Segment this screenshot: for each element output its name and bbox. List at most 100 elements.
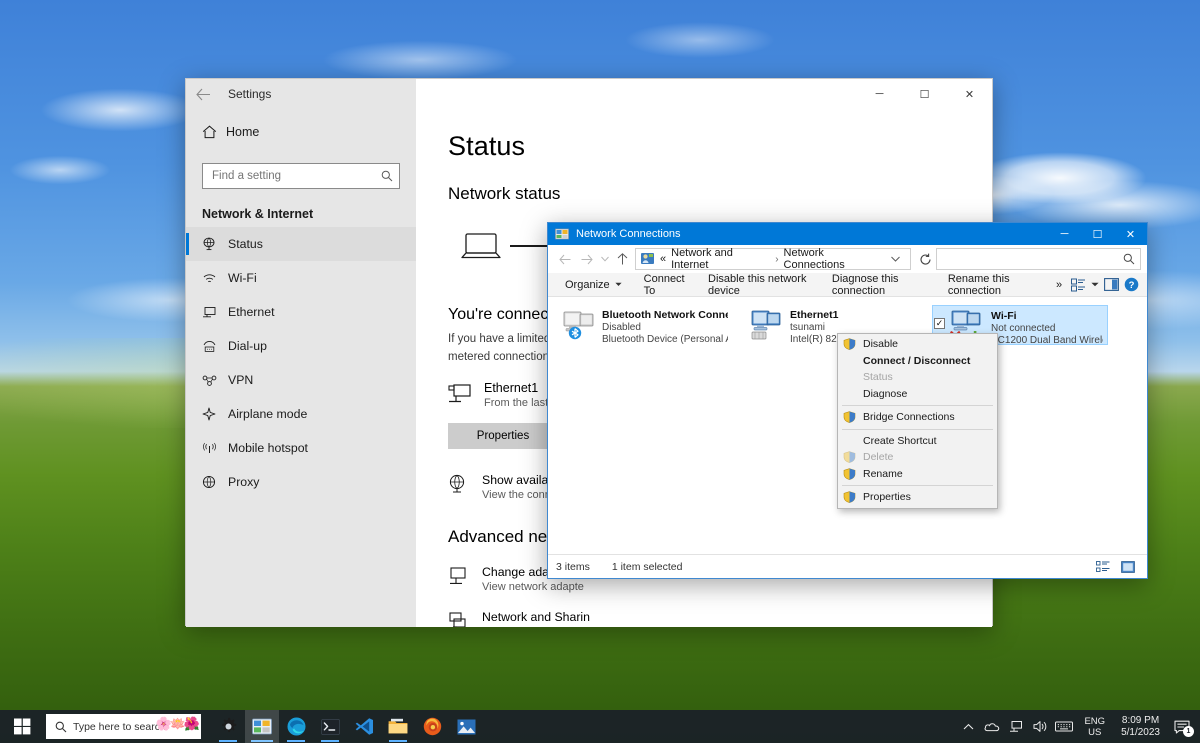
show-networks-icon	[448, 473, 482, 494]
toolbar-diagnose-button[interactable]: Diagnose this connection	[821, 274, 937, 296]
ethernet-adapter-icon	[748, 308, 788, 342]
context-menu-item-rename[interactable]: Rename	[838, 466, 997, 483]
settings-close-button[interactable]: ✕	[947, 79, 992, 109]
language-indicator[interactable]: ENG US	[1076, 716, 1113, 738]
nc-crumb-network-connections[interactable]: Network Connections	[784, 247, 885, 271]
nc-up-icon[interactable]	[611, 248, 633, 270]
sidebar-item-vpn[interactable]: VPN	[186, 363, 416, 397]
vscode-icon	[355, 717, 374, 736]
link-network-sharing-center[interactable]: Network and Sharin For the networks you	[448, 610, 992, 627]
sidebar-item-wi-fi[interactable]: Wi-Fi	[186, 261, 416, 295]
chevron-up-icon[interactable]	[956, 710, 980, 743]
context-menu-item-properties[interactable]: Properties	[838, 489, 997, 506]
toolbar-overflow-button[interactable]: »	[1049, 274, 1069, 296]
nc-refresh-icon[interactable]	[914, 248, 936, 270]
taskbar-app-vscode[interactable]	[347, 710, 381, 743]
taskbar-search-box[interactable]: Type here to search 🌸🪷🌺	[46, 714, 201, 739]
connection-context-menu[interactable]: Disable Connect / Disconnect Status Diag…	[837, 333, 998, 509]
photos-icon	[457, 719, 476, 735]
toolbar-rename-button[interactable]: Rename this connection	[937, 274, 1049, 296]
start-button[interactable]	[0, 710, 44, 743]
taskbar-app-terminal[interactable]	[313, 710, 347, 743]
nc-maximize-button[interactable]: ☐	[1081, 223, 1114, 245]
notification-badge: 1	[1183, 726, 1194, 737]
sidebar-item-ethernet[interactable]: Ethernet	[186, 295, 416, 329]
context-menu-item-connect-disconnect[interactable]: Connect / Disconnect	[838, 353, 997, 370]
taskbar-app-firefox[interactable]	[415, 710, 449, 743]
toolbar-connect-to-button[interactable]: Connect To	[633, 274, 697, 296]
proxy-globe-icon	[202, 475, 228, 489]
search-decoration-flowers: 🌸🪷🌺	[155, 716, 198, 732]
keyboard-icon[interactable]	[1052, 710, 1076, 743]
nc-search-box[interactable]	[936, 248, 1141, 270]
cloud-icon[interactable]	[980, 710, 1004, 743]
connection-status: Disabled	[602, 322, 728, 333]
settings-minimize-button[interactable]: ─	[857, 79, 902, 109]
context-menu-item-diagnose[interactable]: Diagnose	[838, 386, 997, 403]
nc-address-dropdown-icon[interactable]	[885, 256, 906, 262]
context-menu-item-create-shortcut[interactable]: Create Shortcut	[838, 433, 997, 450]
notification-center-button[interactable]: 1	[1168, 710, 1196, 743]
taskbar-app-edge[interactable]	[279, 710, 313, 743]
folder-icon	[388, 718, 408, 735]
taskbar-app-network-connections[interactable]	[245, 710, 279, 743]
nc-search-input[interactable]	[942, 253, 1123, 265]
edge-icon	[287, 717, 306, 736]
context-menu-item-disable[interactable]: Disable	[838, 336, 997, 353]
sidebar-item-home[interactable]: Home	[186, 113, 416, 151]
speaker-icon[interactable]	[1028, 710, 1052, 743]
preview-pane-icon[interactable]	[1101, 274, 1121, 296]
sidebar-item-wi-fi-label: Wi-Fi	[228, 271, 257, 285]
settings-search-wrap	[186, 151, 416, 189]
ethernet-icon	[202, 306, 228, 319]
settings-maximize-button[interactable]: ☐	[902, 79, 947, 109]
chevron-down-icon	[615, 282, 622, 287]
dialup-icon	[202, 340, 228, 353]
help-icon[interactable]: ?	[1121, 274, 1141, 296]
connection-checkbox[interactable]: ✓	[934, 318, 945, 329]
nc-forward-icon[interactable]	[576, 248, 598, 270]
connection-item-bluetooth-text: Bluetooth Network Connection Disabled Bl…	[600, 308, 728, 345]
clock-date: 5/1/2023	[1121, 727, 1160, 739]
clock[interactable]: 8:09 PM 5/1/2023	[1113, 715, 1168, 739]
view-options-icon[interactable]	[1069, 274, 1089, 296]
terminal-icon	[321, 719, 340, 735]
vpn-icon	[202, 374, 228, 387]
toolbar-disable-device-button[interactable]: Disable this network device	[697, 274, 821, 296]
network-connections-icon	[252, 718, 272, 736]
search-box[interactable]	[202, 163, 400, 189]
context-menu-item-label: Diagnose	[863, 388, 907, 400]
sidebar-item-proxy[interactable]: Proxy	[186, 465, 416, 499]
properties-button[interactable]: Properties	[448, 423, 558, 449]
wifi-icon	[202, 272, 228, 285]
nc-recent-locations-icon[interactable]	[598, 248, 611, 270]
nc-crumb-network-and-internet[interactable]: Network and Internet	[671, 247, 770, 271]
nc-minimize-button[interactable]: ─	[1048, 223, 1081, 245]
connection-device: AC1200 Dual Band Wireless U...	[991, 335, 1103, 346]
sidebar-item-status[interactable]: Status	[186, 227, 416, 261]
context-menu-separator	[842, 429, 993, 430]
search-input[interactable]	[212, 170, 381, 182]
sidebar-item-mobile-hotspot[interactable]: Mobile hotspot	[186, 431, 416, 465]
taskbar-app-file-explorer[interactable]	[381, 710, 415, 743]
back-arrow-icon[interactable]	[186, 79, 220, 109]
large-icons-view-icon[interactable]	[1117, 557, 1139, 577]
connection-item-bluetooth[interactable]: Bluetooth Network Connection Disabled Bl…	[556, 305, 732, 345]
toolbar-organize-button[interactable]: Organize	[554, 274, 633, 296]
nc-back-icon[interactable]	[554, 248, 576, 270]
context-menu-item-bridge-connections[interactable]: Bridge Connections	[838, 409, 997, 426]
nc-address-field[interactable]: « Network and Internet › Network Connect…	[635, 248, 911, 270]
details-view-icon[interactable]	[1092, 557, 1114, 577]
sidebar-item-airplane-mode[interactable]: Airplane mode	[186, 397, 416, 431]
taskbar-app-photos[interactable]	[449, 710, 483, 743]
shield-icon	[843, 411, 858, 423]
sidebar-item-dial-up[interactable]: Dial-up	[186, 329, 416, 363]
view-options-dropdown-icon[interactable]	[1089, 274, 1101, 296]
taskbar-app-settings[interactable]	[211, 710, 245, 743]
network-connections-titlebar: Network Connections ─ ☐ ✕	[548, 223, 1147, 245]
link-change-adapter-options-sub: View network adapte	[482, 581, 591, 593]
status-item-count: 3 items	[556, 561, 590, 573]
nc-toolbar: Organize Connect To Disable this network…	[548, 273, 1147, 297]
network-icon[interactable]	[1004, 710, 1028, 743]
nc-close-button[interactable]: ✕	[1114, 223, 1147, 245]
